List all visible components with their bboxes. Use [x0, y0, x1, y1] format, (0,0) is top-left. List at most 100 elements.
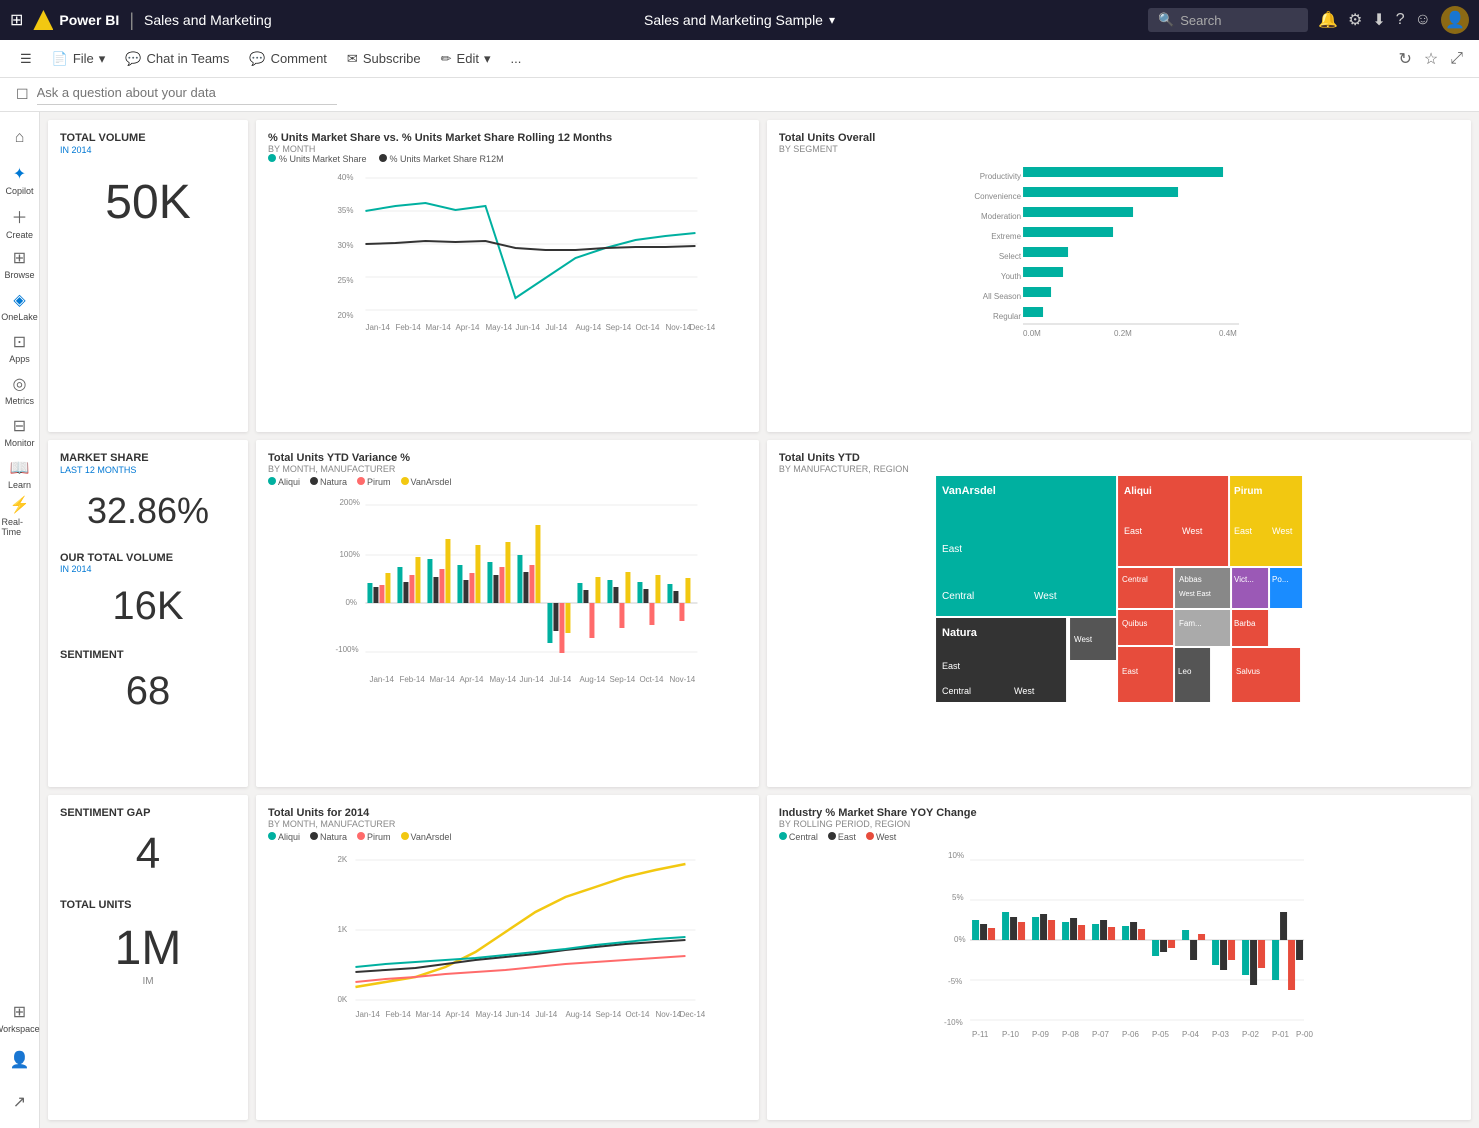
qa-input-container[interactable] — [37, 84, 337, 105]
download-icon[interactable]: ⬇ — [1372, 10, 1385, 30]
x-jul: Jul-14 — [545, 323, 567, 332]
sidebar-item-home[interactable]: ⌂ — [2, 120, 38, 156]
sidebar-item-copilot[interactable]: ✦ Copilot — [2, 162, 38, 198]
more-options-button[interactable]: ... — [502, 47, 529, 70]
bar-allseason — [1023, 287, 1051, 297]
bar-nov-pirum — [679, 603, 684, 621]
edit-button[interactable]: ✏ Edit ▾ — [433, 47, 499, 71]
bar-aug-aliqui — [577, 583, 582, 603]
y-200: 200% — [339, 498, 359, 507]
sidebar-item-monitor[interactable]: ⊟ Monitor — [2, 414, 38, 450]
bar-feb-aliqui — [397, 567, 402, 603]
card-title: Total Volume — [60, 132, 236, 144]
ellipsis-icon: ... — [510, 51, 521, 66]
block-aliqui-central — [1118, 568, 1173, 608]
bar-p10-west — [1018, 922, 1025, 940]
emoji-icon[interactable]: ☺ — [1415, 11, 1431, 29]
subscribe-button[interactable]: ✉ Subscribe — [339, 47, 429, 71]
x-nov-ytd: Nov-14 — [669, 675, 695, 684]
x-may: May-14 — [485, 323, 512, 332]
our-volume-value: 16K — [60, 584, 236, 629]
pirum-label: Pirum — [1234, 486, 1262, 497]
bar-p06-central — [1122, 926, 1129, 940]
bar-feb-pirum — [409, 575, 414, 603]
fullscreen-icon[interactable]: ⤢ — [1446, 46, 1467, 72]
bar-p09-west — [1048, 920, 1055, 940]
workspaces-label: Workspaces — [0, 1024, 44, 1034]
sidebar-item-expand[interactable]: ↗ — [2, 1084, 38, 1120]
x-aug-ytd: Aug-14 — [579, 675, 605, 684]
seg-youth-label: Youth — [1001, 272, 1021, 281]
x-p01: P-01 — [1272, 1030, 1289, 1039]
y-10pct: 10% — [948, 851, 964, 860]
menu-toggle-button[interactable]: ☰ — [12, 47, 40, 71]
sidebar-item-workspaces[interactable]: ⊞ Workspaces — [2, 1000, 38, 1036]
bar-sep-natura — [613, 587, 618, 603]
chat-in-teams-button[interactable]: 💬 Chat in Teams — [117, 47, 237, 71]
grid-icon[interactable]: ⊞ — [10, 10, 23, 30]
y-label-20: 20% — [337, 311, 353, 320]
sentiment-value: 68 — [60, 669, 236, 714]
comment-button[interactable]: 💬 Comment — [241, 47, 335, 71]
workspaces-icon: ⊞ — [13, 1002, 26, 1022]
powerbi-logo: Power BI — [33, 10, 119, 30]
bar-p04-central — [1182, 930, 1189, 940]
file-chevron-icon: ▾ — [99, 51, 106, 67]
search-box[interactable]: 🔍 — [1148, 8, 1308, 32]
bar-jul-natura — [553, 603, 558, 631]
help-icon[interactable]: ? — [1396, 11, 1405, 29]
report-title[interactable]: Sales and Marketing Sample — [644, 12, 823, 28]
industry-title: Industry % Market Share YOY Change — [779, 807, 1459, 819]
settings-icon[interactable]: ⚙ — [1348, 10, 1362, 30]
qa-input[interactable] — [37, 85, 337, 100]
search-input[interactable] — [1180, 13, 1298, 28]
legend-east: East — [828, 832, 856, 842]
y-n5pct: -5% — [948, 977, 962, 986]
bar-apr-pirum — [469, 573, 474, 603]
y-label-25: 25% — [337, 276, 353, 285]
sidebar-item-people[interactable]: 👤 — [2, 1042, 38, 1078]
file-button[interactable]: 📄 File ▾ — [44, 47, 114, 71]
total-units-title: Total Units — [60, 899, 236, 911]
card-bottom-left: Sentiment Gap 4 Total Units 1M IM — [48, 795, 248, 1120]
monitor-label: Monitor — [4, 438, 34, 448]
x-apr-2014: Apr-14 — [445, 1010, 470, 1019]
menu-icon: ☰ — [20, 51, 32, 67]
bar-apr-natura — [463, 580, 468, 603]
metrics-label: Metrics — [5, 396, 34, 406]
card-market-share-line: % Units Market Share vs. % Units Market … — [256, 120, 759, 432]
refresh-icon[interactable]: ↻ — [1394, 45, 1415, 73]
sidebar-item-create[interactable]: ＋ Create — [2, 204, 38, 240]
home-icon: ⌂ — [15, 129, 25, 147]
sidebar-item-apps[interactable]: ⊡ Apps — [2, 330, 38, 366]
bar-may-aliqui — [487, 562, 492, 603]
avatar[interactable]: 👤 — [1441, 6, 1469, 34]
y-n100: -100% — [335, 645, 358, 654]
file-icon: 📄 — [52, 51, 68, 67]
sentiment-title: Sentiment — [60, 649, 236, 661]
bar-p07-west — [1108, 927, 1115, 940]
bar-jan-vanarsdel — [385, 573, 390, 603]
x-jun: Jun-14 — [515, 323, 540, 332]
sidebar-item-metrics[interactable]: ◎ Metrics — [2, 372, 38, 408]
sidebar-item-browse[interactable]: ⊞ Browse — [2, 246, 38, 282]
bar-apr-aliqui — [457, 565, 462, 603]
card-total-volume: Total Volume IN 2014 50K — [48, 120, 248, 432]
vict-label: Vict... — [1234, 575, 1254, 584]
card-industry-market-share: Industry % Market Share YOY Change BY RO… — [767, 795, 1471, 1120]
bar-p08-west — [1078, 925, 1085, 940]
notifications-icon[interactable]: 🔔 — [1318, 10, 1338, 30]
bar-p11-east — [980, 924, 987, 940]
favorite-icon[interactable]: ☆ — [1420, 45, 1442, 73]
sidebar-item-onelake[interactable]: ◈ OneLake — [2, 288, 38, 324]
nav-section-name[interactable]: Sales and Marketing — [144, 12, 272, 28]
seg-productivity-label: Productivity — [980, 172, 1021, 181]
sidebar-item-learn[interactable]: 📖 Learn — [2, 456, 38, 492]
x-mar-ytd: Mar-14 — [429, 675, 455, 684]
our-volume-title: Our Total Volume — [60, 552, 236, 564]
onelake-icon: ◈ — [13, 290, 25, 310]
total-units-value: 1M — [60, 921, 236, 976]
bar-apr-vanarsdel — [475, 545, 480, 603]
sidebar-item-realtime[interactable]: ⚡ Real-Time — [2, 498, 38, 534]
chevron-down-icon[interactable]: ▾ — [829, 13, 835, 27]
